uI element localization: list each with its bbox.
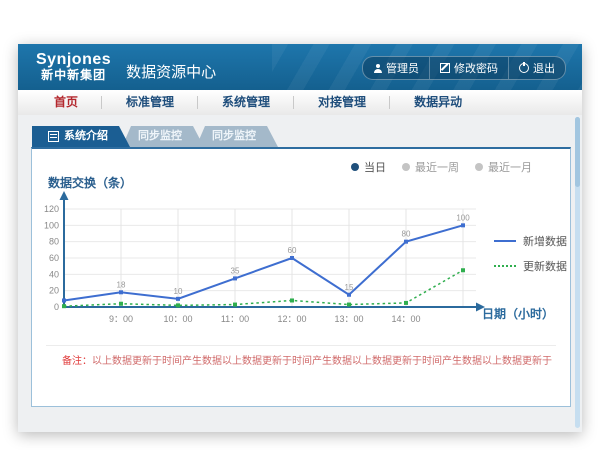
chart-point-更新数据-6 (404, 301, 408, 305)
legend-label: 更新数据 (523, 258, 567, 274)
chart-point-新增数据-2 (176, 297, 180, 301)
tab-同步监控-1[interactable]: 同步监控 (122, 126, 204, 147)
chart-point-更新数据-0 (62, 304, 66, 308)
exchange-line-chart: 0 20 40 60 80 100 120 9：00 10：00 11：00 12：00 13：00 1… (40, 189, 495, 334)
document-icon (48, 131, 59, 142)
user-icon (373, 64, 382, 73)
time-filter-label: 最近一周 (415, 159, 459, 175)
chart-point-新增数据-5 (347, 293, 351, 297)
change-password-button[interactable]: 修改密码 (429, 57, 508, 79)
svg-text:13：00: 13：00 (334, 314, 363, 324)
brand-name: Synjones (36, 52, 111, 69)
svg-text:120: 120 (44, 204, 59, 214)
svg-text:10：00: 10：00 (163, 314, 192, 324)
svg-text:0: 0 (54, 302, 59, 312)
scrollbar-thumb[interactable] (575, 117, 580, 187)
logout-label: 退出 (533, 60, 555, 76)
legend-item-新增数据[interactable]: 新增数据 (494, 233, 567, 249)
legend-item-更新数据[interactable]: 更新数据 (494, 258, 567, 274)
content-area: 系统介绍同步监控同步监控 当日最近一周最近一月 数据交换（条） 02040608… (18, 115, 582, 432)
time-filter-当日[interactable]: 当日 (351, 159, 386, 175)
chart-point-更新数据-4 (290, 298, 294, 302)
svg-text:18: 18 (117, 280, 126, 289)
chart-point-更新数据-1 (119, 302, 123, 306)
tab-label: 同步监控 (138, 126, 182, 147)
radio-dot-icon (402, 163, 410, 171)
chart-point-更新数据-7 (461, 268, 465, 272)
edit-icon (440, 63, 450, 73)
svg-text:11：00: 11：00 (221, 314, 249, 324)
svg-text:10: 10 (174, 287, 183, 296)
tab-同步监控-2[interactable]: 同步监控 (196, 126, 278, 147)
time-filter-label: 最近一月 (488, 159, 532, 175)
app-title: 数据资源中心 (126, 61, 216, 82)
svg-text:9：00: 9：00 (109, 314, 133, 324)
tab-label: 同步监控 (212, 126, 256, 147)
footnote-text: 以上数据更新于时间产生数据以上数据更新于时间产生数据以上数据更新于时间产生数据以… (92, 356, 552, 367)
svg-text:14：00: 14：00 (391, 314, 420, 324)
change-password-label: 修改密码 (454, 60, 498, 76)
tab-bar: 系统介绍 同步监控 同步监控 (32, 126, 270, 147)
radio-dot-icon (475, 163, 483, 171)
app-header: Synjones 新中新集团 数据资源中心 管理员 修改密码 退出 (18, 44, 582, 90)
tab-label: 系统介绍 (64, 126, 108, 147)
svg-text:100: 100 (44, 220, 59, 230)
system-intro-panel: 当日最近一周最近一月 数据交换（条） 0204060801001209：0010… (31, 147, 571, 407)
logout-button[interactable]: 退出 (508, 57, 565, 79)
svg-text:12：00: 12：00 (277, 314, 306, 324)
main-nav: 首页标准管理系统管理对接管理数据异动 (18, 90, 582, 116)
svg-text:35: 35 (231, 266, 240, 275)
legend-line-sample (494, 265, 516, 267)
user-menu[interactable]: 管理员 (363, 57, 429, 79)
app-window: Synjones 新中新集团 数据资源中心 管理员 修改密码 退出 首页标准管理… (18, 44, 582, 432)
time-filter-最近一周[interactable]: 最近一周 (402, 159, 459, 175)
chart-point-新增数据-6 (404, 240, 408, 244)
chart-point-新增数据-0 (62, 298, 66, 302)
legend-line-sample (494, 240, 516, 242)
power-icon (519, 63, 529, 73)
chart-point-更新数据-3 (233, 303, 237, 307)
chart-point-新增数据-3 (233, 276, 237, 280)
svg-text:60: 60 (49, 253, 59, 263)
nav-item-数据异动[interactable]: 数据异动 (390, 90, 486, 115)
svg-text:20: 20 (49, 286, 59, 296)
vertical-scrollbar[interactable] (575, 117, 580, 428)
chart-point-新增数据-1 (119, 290, 123, 294)
chart-x-axis-title: 日期（小时） (482, 305, 554, 322)
chart-point-新增数据-7 (461, 223, 465, 227)
svg-text:80: 80 (402, 230, 411, 239)
user-bar: 管理员 修改密码 退出 (362, 56, 566, 80)
legend-label: 新增数据 (523, 233, 567, 249)
nav-item-首页[interactable]: 首页 (30, 90, 102, 115)
nav-item-标准管理[interactable]: 标准管理 (102, 90, 198, 115)
username-label: 管理员 (386, 60, 419, 76)
chart-point-新增数据-4 (290, 256, 294, 260)
footnote: 备注：以上数据更新于时间产生数据以上数据更新于时间产生数据以上数据更新于时间产生… (62, 355, 552, 369)
svg-text:100: 100 (456, 213, 470, 222)
brand-company: 新中新集团 (36, 69, 111, 82)
brand-logo[interactable]: Synjones 新中新集团 (36, 52, 111, 81)
tab-系统介绍-0[interactable]: 系统介绍 (32, 126, 130, 147)
svg-text:80: 80 (49, 237, 59, 247)
nav-item-系统管理[interactable]: 系统管理 (198, 90, 294, 115)
svg-text:15: 15 (345, 283, 354, 292)
svg-text:40: 40 (49, 269, 59, 279)
svg-text:60: 60 (288, 246, 297, 255)
time-filter-group: 当日 最近一周 最近一月 (351, 159, 532, 175)
chart-point-更新数据-5 (347, 303, 351, 307)
chart-point-更新数据-2 (176, 303, 180, 307)
time-filter-label: 当日 (364, 159, 386, 175)
chart-legend: 新增数据更新数据 (494, 233, 567, 274)
footnote-label: 备注： (62, 356, 92, 367)
time-filter-最近一月[interactable]: 最近一月 (475, 159, 532, 175)
radio-dot-icon (351, 163, 359, 171)
nav-item-对接管理[interactable]: 对接管理 (294, 90, 390, 115)
panel-divider (46, 345, 556, 346)
